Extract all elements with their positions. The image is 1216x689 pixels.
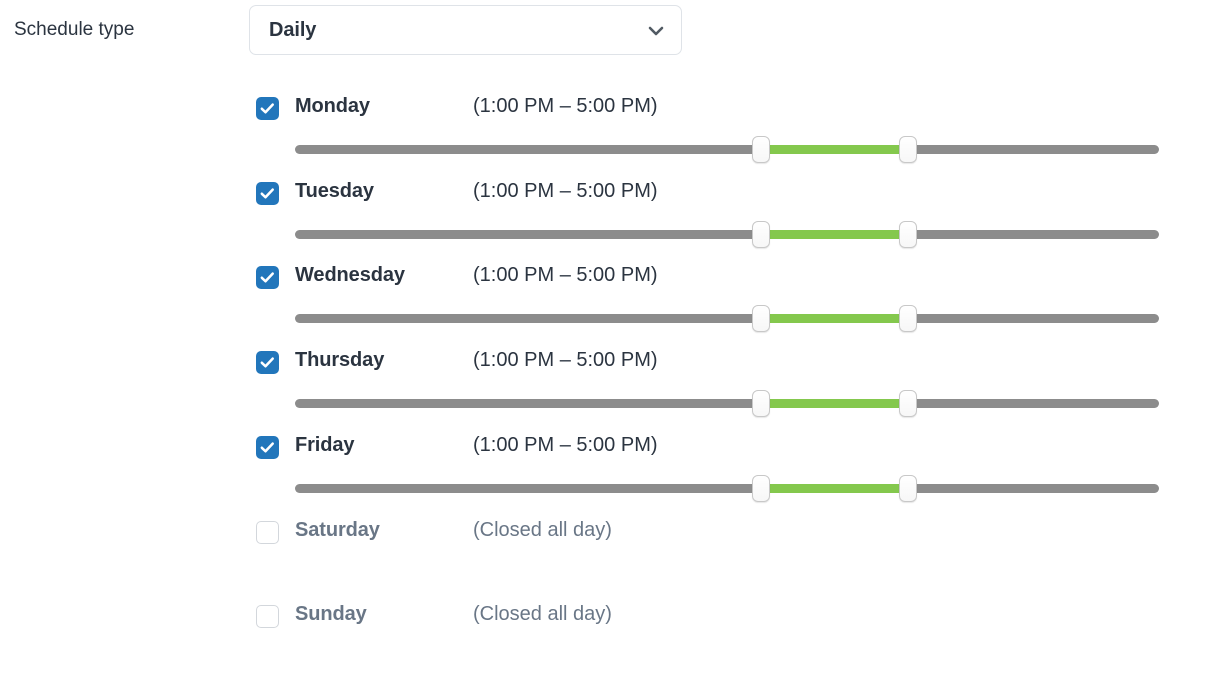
- slider-handle-end[interactable]: [899, 305, 918, 333]
- day-time-range: (1:00 PM – 5:00 PM): [473, 95, 658, 117]
- slider-selected-range: [760, 314, 909, 324]
- time-range-slider[interactable]: [295, 305, 1159, 333]
- slider-handle-start[interactable]: [751, 474, 770, 502]
- day-time-range: (1:00 PM – 5:00 PM): [473, 433, 658, 456]
- day-label: Monday: [295, 95, 370, 117]
- day-time-range: (1:00 PM – 5:00 PM): [473, 349, 658, 372]
- slider-handle-end[interactable]: [899, 136, 918, 163]
- day-label: Friday: [295, 433, 355, 456]
- day-label: Sunday: [295, 603, 367, 626]
- weekday-schedule-list: Monday (1:00 PM – 5:00 PM) Tuesday (1:00 PM…: [0, 0, 1216, 656]
- day-row: Wednesday (1:00 PM – 5:00 PM): [0, 264, 1216, 350]
- day-label: Wednesday: [295, 264, 405, 287]
- day-label: Saturday: [295, 518, 380, 541]
- day-row: Thursday (1:00 PM – 5:00 PM): [0, 349, 1216, 435]
- day-checkbox-friday[interactable]: [256, 435, 279, 459]
- day-row: Tuesday (1:00 PM – 5:00 PM): [0, 179, 1216, 266]
- slider-selected-range: [760, 399, 909, 409]
- day-row: Sunday (Closed all day): [0, 603, 1216, 689]
- day-time-range: (1:00 PM – 5:00 PM): [473, 264, 658, 287]
- slider-selected-range: [760, 145, 909, 154]
- day-checkbox-thursday[interactable]: [256, 351, 279, 375]
- day-checkbox-tuesday[interactable]: [256, 181, 279, 205]
- day-checkbox-saturday[interactable]: [256, 520, 279, 544]
- slider-handle-end[interactable]: [899, 474, 918, 502]
- slider-selected-range: [760, 229, 909, 239]
- slider-track[interactable]: [295, 399, 1159, 409]
- day-row: Monday (1:00 PM – 5:00 PM): [0, 95, 1216, 181]
- slider-handle-start[interactable]: [751, 136, 770, 163]
- day-time-range: (Closed all day): [473, 518, 612, 541]
- slider-track[interactable]: [295, 314, 1159, 324]
- slider-handle-start[interactable]: [751, 220, 770, 248]
- time-range-slider[interactable]: [295, 136, 1159, 163]
- day-checkbox-monday[interactable]: [256, 97, 279, 120]
- slider-track[interactable]: [295, 229, 1159, 239]
- day-checkbox-sunday[interactable]: [256, 605, 279, 629]
- day-label: Thursday: [295, 349, 385, 372]
- slider-track[interactable]: [295, 145, 1159, 154]
- day-row: Friday (1:00 PM – 5:00 PM): [0, 433, 1216, 520]
- slider-handle-start[interactable]: [751, 305, 770, 333]
- slider-selected-range: [760, 483, 909, 493]
- day-row: Saturday (Closed all day): [0, 518, 1216, 605]
- day-checkbox-wednesday[interactable]: [256, 266, 279, 290]
- time-range-slider[interactable]: [295, 474, 1159, 502]
- time-range-slider[interactable]: [295, 220, 1159, 248]
- day-label: Tuesday: [295, 179, 374, 202]
- time-range-slider[interactable]: [295, 390, 1159, 418]
- slider-handle-start[interactable]: [751, 390, 770, 418]
- slider-handle-end[interactable]: [899, 220, 918, 248]
- day-time-range: (1:00 PM – 5:00 PM): [473, 179, 658, 202]
- day-time-range: (Closed all day): [473, 603, 612, 626]
- slider-handle-end[interactable]: [899, 390, 918, 418]
- slider-track[interactable]: [295, 483, 1159, 493]
